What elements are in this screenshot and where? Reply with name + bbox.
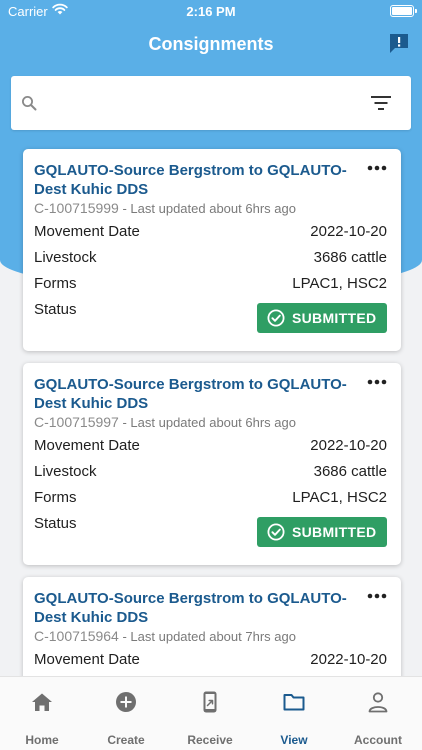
last-updated: - Last updated about 6hrs ago	[122, 415, 296, 430]
search-icon	[22, 96, 37, 111]
more-options-icon[interactable]	[367, 593, 387, 599]
field-value: 2022-10-20	[310, 437, 387, 454]
field-label: Forms	[34, 275, 77, 292]
consignment-id: C-100715999	[34, 200, 119, 216]
home-icon	[32, 693, 52, 711]
nav-bar: Consignments	[0, 22, 422, 66]
tab-bar: Home Create Receive View Account	[0, 676, 422, 750]
phone-receive-icon	[203, 691, 217, 713]
search-input[interactable]	[47, 90, 367, 116]
field-value: 3686 cattle	[313, 249, 387, 266]
tab-label: Create	[107, 733, 145, 747]
field-value: LPAC1, HSC2	[292, 489, 387, 506]
consignment-meta: C-100715964 - Last updated about 7hrs ag…	[34, 628, 296, 644]
person-icon	[368, 692, 388, 713]
more-options-icon[interactable]	[367, 379, 387, 385]
field-row: Forms LPAC1, HSC2	[34, 489, 387, 509]
search-bar	[11, 76, 411, 130]
plus-circle-icon	[116, 692, 136, 712]
field-row: Movement Date 2022-10-20	[34, 651, 387, 671]
consignment-meta: C-100715999 - Last updated about 6hrs ag…	[34, 200, 296, 216]
page-title: Consignments	[148, 34, 274, 54]
consignment-title: GQLAUTO-Source Bergstrom to GQLAUTO-Dest…	[34, 590, 347, 626]
status-badge: SUBMITTED	[257, 303, 387, 333]
tab-label: View	[280, 733, 308, 747]
field-value: 3686 cattle	[313, 463, 387, 480]
status-bar: Carrier 2:16 PM	[0, 0, 422, 22]
folder-icon	[283, 694, 305, 711]
tab-receive[interactable]: Receive	[168, 677, 252, 750]
field-label: Livestock	[34, 249, 97, 266]
field-label: Status	[34, 515, 77, 532]
tab-label: Home	[25, 733, 59, 747]
field-row: Livestock 3686 cattle	[34, 249, 387, 269]
consignment-title: GQLAUTO-Source Bergstrom to GQLAUTO-Dest…	[34, 162, 347, 198]
check-circle-icon	[267, 523, 285, 541]
field-value: 2022-10-20	[310, 223, 387, 240]
field-label: Status	[34, 301, 77, 318]
field-label: Livestock	[34, 463, 97, 480]
tab-view[interactable]: View	[252, 677, 336, 750]
consignment-card[interactable]: GQLAUTO-Source Bergstrom to GQLAUTO-Dest…	[23, 149, 401, 351]
consignment-meta: C-100715997 - Last updated about 6hrs ag…	[34, 414, 296, 430]
field-row: Movement Date 2022-10-20	[34, 437, 387, 457]
field-value: 2022-10-20	[310, 651, 387, 668]
field-row: Forms LPAC1, HSC2	[34, 275, 387, 295]
tab-label: Receive	[187, 733, 233, 747]
feedback-icon[interactable]	[388, 32, 410, 54]
consignment-id: C-100715964	[34, 628, 119, 644]
clock: 2:16 PM	[186, 4, 236, 19]
tab-label: Account	[354, 733, 402, 747]
last-updated: - Last updated about 6hrs ago	[122, 201, 296, 216]
consignment-id: C-100715997	[34, 414, 119, 430]
battery-icon	[390, 5, 417, 17]
last-updated: - Last updated about 7hrs ago	[122, 629, 296, 644]
more-options-icon[interactable]	[367, 165, 387, 171]
field-row: Movement Date 2022-10-20	[34, 223, 387, 243]
tab-account[interactable]: Account	[336, 677, 420, 750]
consignment-card[interactable]: GQLAUTO-Source Bergstrom to GQLAUTO-Dest…	[23, 363, 401, 565]
field-value: LPAC1, HSC2	[292, 275, 387, 292]
status-text: SUBMITTED	[292, 310, 377, 326]
tab-home[interactable]: Home	[0, 677, 84, 750]
status-badge: SUBMITTED	[257, 517, 387, 547]
field-row: Livestock 3686 cattle	[34, 463, 387, 483]
tab-create[interactable]: Create	[84, 677, 168, 750]
field-label: Movement Date	[34, 651, 140, 668]
consignment-title: GQLAUTO-Source Bergstrom to GQLAUTO-Dest…	[34, 376, 347, 412]
status-text: SUBMITTED	[292, 524, 377, 540]
field-label: Forms	[34, 489, 77, 506]
check-circle-icon	[267, 309, 285, 327]
field-label: Movement Date	[34, 437, 140, 454]
field-label: Movement Date	[34, 223, 140, 240]
filter-icon[interactable]	[371, 96, 391, 110]
